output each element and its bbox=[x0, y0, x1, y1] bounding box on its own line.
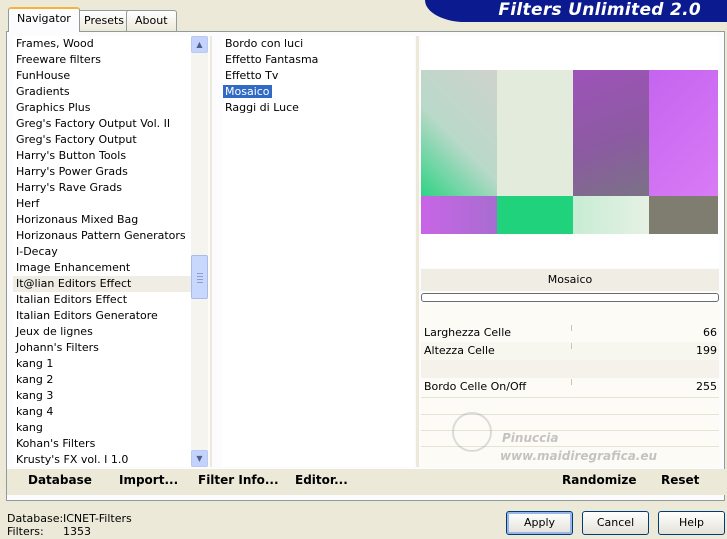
slider-track[interactable] bbox=[571, 343, 572, 349]
scroll-up-button[interactable]: ▲ bbox=[191, 36, 208, 53]
category-item[interactable]: It@lian Editors Effect bbox=[13, 276, 191, 292]
param-larghezza-celle[interactable]: Larghezza Celle 66 bbox=[421, 324, 719, 342]
category-scrollbar[interactable]: ▲ ▼ bbox=[191, 36, 208, 467]
category-item[interactable]: Frames, Wood bbox=[13, 36, 191, 52]
category-item[interactable]: Italian Editors Generatore bbox=[13, 308, 191, 324]
slider-track[interactable] bbox=[571, 379, 572, 385]
app-title: Filters Unlimited 2.0 bbox=[498, 0, 701, 20]
progress-bar bbox=[421, 293, 719, 302]
category-item[interactable]: Herf bbox=[13, 196, 191, 212]
category-item[interactable]: I-Decay bbox=[13, 244, 191, 260]
category-item[interactable]: Krusty's FX vol. I 1.0 bbox=[13, 452, 191, 467]
category-item[interactable]: kang 1 bbox=[13, 356, 191, 372]
filters-count-value: 1353 bbox=[63, 525, 91, 538]
filter-info-button[interactable]: Filter Info... bbox=[198, 473, 279, 487]
watermark-url: www.maidiregrafica.eu bbox=[500, 449, 658, 463]
database-label: Database: bbox=[7, 512, 64, 525]
category-item[interactable]: Italian Editors Effect bbox=[13, 292, 191, 308]
tab-about[interactable]: About bbox=[126, 10, 177, 31]
category-item[interactable]: Jeux de lignes bbox=[13, 324, 191, 340]
filter-item[interactable]: Effetto Tv bbox=[222, 68, 414, 84]
category-item[interactable]: Horizonaus Mixed Bag bbox=[13, 212, 191, 228]
category-item[interactable]: Graphics Plus bbox=[13, 100, 191, 116]
database-value: ICNET-Filters bbox=[63, 512, 132, 525]
filter-item[interactable]: Bordo con luci bbox=[222, 36, 414, 52]
apply-button[interactable]: Apply bbox=[506, 511, 573, 535]
category-item[interactable]: Gradients bbox=[13, 84, 191, 100]
scroll-thumb[interactable] bbox=[191, 255, 208, 299]
randomize-button[interactable]: Randomize bbox=[562, 473, 636, 487]
category-item[interactable]: kang 3 bbox=[13, 388, 191, 404]
cancel-button[interactable]: Cancel bbox=[582, 511, 649, 535]
preview-image bbox=[421, 70, 718, 234]
category-item[interactable]: FunHouse bbox=[13, 68, 191, 84]
reset-button[interactable]: Reset bbox=[661, 473, 699, 487]
filter-item-label: Effetto Tv bbox=[225, 69, 279, 82]
scroll-down-button[interactable]: ▼ bbox=[191, 450, 208, 467]
category-item[interactable]: Image Enhancement bbox=[13, 260, 191, 276]
filter-item[interactable]: Raggi di Luce bbox=[222, 100, 414, 116]
category-item[interactable]: Johann's Filters bbox=[13, 340, 191, 356]
param-label: Larghezza Celle bbox=[424, 326, 512, 339]
panel-divider bbox=[416, 36, 419, 467]
category-list[interactable]: Frames, Wood Freeware filters FunHouse Grad… bbox=[13, 36, 191, 467]
import-button[interactable]: Import... bbox=[119, 473, 178, 487]
param-label: Altezza Celle bbox=[424, 344, 495, 357]
watermark-name: Pinuccia bbox=[502, 431, 559, 445]
category-item[interactable]: kang 2 bbox=[13, 372, 191, 388]
category-item[interactable]: Horizonaus Pattern Generators bbox=[13, 228, 191, 244]
filter-item-label: Bordo con luci bbox=[225, 37, 304, 50]
param-label: Bordo Celle On/Off bbox=[424, 380, 527, 393]
filter-item-label: Mosaico bbox=[223, 85, 272, 98]
category-item[interactable]: Harry's Power Grads bbox=[13, 164, 191, 180]
category-item[interactable]: Harry's Button Tools bbox=[13, 148, 191, 164]
filter-item[interactable]: Mosaico bbox=[222, 84, 414, 100]
filters-count-label: Filters: bbox=[7, 525, 44, 538]
category-item[interactable]: Kohan's Filters bbox=[13, 436, 191, 452]
filter-name-bar: Mosaico bbox=[421, 269, 719, 291]
filter-item-label: Raggi di Luce bbox=[225, 101, 299, 114]
watermark-logo-icon bbox=[452, 412, 492, 452]
category-item[interactable]: Freeware filters bbox=[13, 52, 191, 68]
category-item[interactable]: Greg's Factory Output Vol. II bbox=[13, 116, 191, 132]
list-divider bbox=[210, 36, 212, 467]
slider-track[interactable] bbox=[571, 325, 572, 331]
param-bordo-celle[interactable]: Bordo Celle On/Off 255 bbox=[421, 378, 719, 396]
tab-presets[interactable]: Presets bbox=[75, 10, 134, 31]
tab-navigator[interactable]: Navigator bbox=[8, 7, 80, 32]
filter-name: Mosaico bbox=[547, 273, 593, 286]
category-item[interactable]: kang 4 bbox=[13, 404, 191, 420]
filter-item[interactable]: Effetto Fantasma bbox=[222, 52, 414, 68]
category-item[interactable]: Harry's Rave Grads bbox=[13, 180, 191, 196]
editor-button[interactable]: Editor... bbox=[295, 473, 348, 487]
category-item[interactable]: kang bbox=[13, 420, 191, 436]
help-button[interactable]: Help bbox=[658, 511, 725, 535]
category-item[interactable]: Greg's Factory Output bbox=[13, 132, 191, 148]
param-value: 255 bbox=[696, 380, 717, 393]
filter-item-label: Effetto Fantasma bbox=[225, 53, 319, 66]
filter-list[interactable]: Bordo con luci Effetto Fantasma Effetto Tv… bbox=[222, 36, 414, 467]
title-banner: Filters Unlimited 2.0 bbox=[425, 0, 727, 22]
database-button[interactable]: Database bbox=[28, 473, 92, 487]
param-value: 66 bbox=[703, 326, 717, 339]
param-value: 199 bbox=[696, 344, 717, 357]
param-altezza-celle[interactable]: Altezza Celle 199 bbox=[421, 342, 719, 360]
